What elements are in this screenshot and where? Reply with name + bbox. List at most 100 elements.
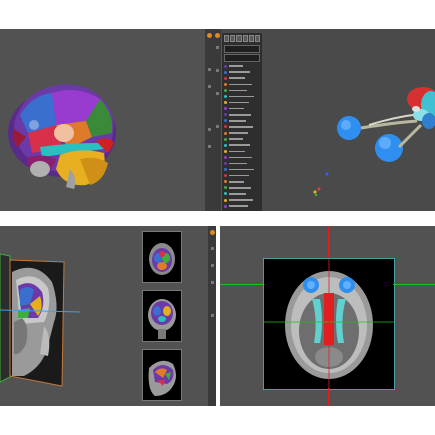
structure-color-swatch <box>224 94 227 98</box>
structure-label-placeholder <box>229 95 254 98</box>
structure-label-placeholder <box>229 114 251 116</box>
structure-color-swatch <box>224 149 227 153</box>
pan-tool-icon[interactable] <box>230 35 236 42</box>
top-left-panel <box>0 29 213 211</box>
structure-label-placeholder <box>229 168 254 171</box>
bottom-left-toolbar <box>208 226 216 406</box>
orange-status-icon[interactable] <box>209 230 215 235</box>
tool-icon[interactable] <box>207 85 211 88</box>
structure-label-placeholder <box>229 205 248 207</box>
structure-color-swatch <box>224 204 227 208</box>
tool-icon[interactable] <box>207 128 211 131</box>
tool-icon[interactable] <box>215 46 219 49</box>
top-right-toolbar <box>213 29 221 211</box>
structure-color-swatch <box>224 70 227 74</box>
deep-structures-viewport[interactable] <box>261 29 435 211</box>
structure-color-swatch <box>224 192 227 196</box>
structure-color-swatch <box>224 174 227 178</box>
structure-label-placeholder <box>229 71 250 73</box>
coronal-thumbnail[interactable] <box>142 290 182 342</box>
top-right-panel <box>213 29 435 211</box>
sagittal-thumbnail[interactable] <box>142 349 182 401</box>
structure-label-placeholder <box>229 187 251 189</box>
tool-icon[interactable] <box>210 281 214 284</box>
structure-color-swatch <box>224 168 227 172</box>
structure-label-placeholder <box>229 101 249 104</box>
structure-label-placeholder <box>229 132 248 134</box>
orange-status-icon[interactable] <box>214 33 220 38</box>
brain-3d-viewport[interactable] <box>0 29 205 211</box>
tool-icon[interactable] <box>210 314 214 317</box>
tool-icon[interactable] <box>215 69 219 72</box>
bottom-left-panel <box>0 226 216 406</box>
tool-icon[interactable] <box>215 92 219 95</box>
axial-slice-viewport[interactable] <box>263 258 395 390</box>
tool-icon[interactable] <box>207 68 211 71</box>
structure-label-placeholder <box>229 174 249 177</box>
structure-list-item[interactable] <box>222 209 262 211</box>
structure-label-placeholder <box>229 199 253 201</box>
structure-label-placeholder <box>229 150 245 153</box>
list-toolbar <box>222 33 262 44</box>
structure-color-swatch <box>224 101 227 105</box>
structure-list <box>222 63 262 211</box>
structure-color-swatch <box>224 137 227 141</box>
vertical-crosshair-ext-bottom <box>328 388 329 406</box>
structure-label-placeholder <box>229 144 250 146</box>
sagittal-thumbnail-image <box>148 360 176 396</box>
bottom-status-strip <box>0 406 435 410</box>
structure-label-placeholder <box>229 120 246 122</box>
structure-color-swatch <box>224 162 227 165</box>
tool-icon[interactable] <box>210 264 214 267</box>
coronal-thumbnail-image <box>148 299 176 339</box>
horizontal-crosshair-ext-left <box>220 284 263 285</box>
vertical-crosshair-ext-top <box>328 226 329 258</box>
structure-color-swatch <box>224 186 227 190</box>
structure-color-swatch <box>224 113 227 117</box>
tool-icon[interactable] <box>210 247 214 250</box>
orange-status-icon[interactable] <box>206 33 212 38</box>
structure-label-placeholder <box>229 126 253 128</box>
structure-color-swatch <box>224 155 227 159</box>
structure-label-placeholder <box>229 77 245 79</box>
structure-color-swatch <box>224 180 227 184</box>
structure-label-placeholder <box>229 107 244 110</box>
structure-color-swatch <box>224 143 227 147</box>
structure-color-swatch <box>224 131 227 135</box>
axial-thumbnail-image <box>149 243 175 275</box>
structure-label-placeholder <box>229 156 252 159</box>
list-field-1[interactable] <box>224 45 260 53</box>
axial-slice-render <box>264 259 394 389</box>
structure-label-placeholder <box>229 89 247 92</box>
brain-surface-render <box>8 84 116 189</box>
select-tool-icon[interactable] <box>224 35 230 42</box>
sagittal-slice-render <box>0 253 81 387</box>
tool-icon[interactable] <box>215 125 219 128</box>
structure-label-placeholder <box>229 138 243 140</box>
tool-icon[interactable] <box>207 145 211 148</box>
structure-color-swatch <box>224 198 227 202</box>
structure-color-swatch <box>224 125 227 129</box>
structure-label-placeholder <box>229 193 246 195</box>
structure-color-swatch <box>224 88 227 92</box>
structure-color-swatch <box>224 82 227 86</box>
sagittal-3d-viewport[interactable] <box>0 226 140 406</box>
structure-color-swatch <box>224 64 227 68</box>
structure-label-placeholder <box>229 83 252 86</box>
structure-color-swatch <box>224 76 227 80</box>
deep-structures-render <box>313 87 435 197</box>
list-field-2[interactable] <box>224 54 260 62</box>
structure-color-swatch <box>224 119 227 123</box>
top-left-toolbar <box>205 29 213 211</box>
structure-label-placeholder <box>229 65 243 67</box>
measure-tool-icon[interactable] <box>248 35 254 42</box>
rotate-tool-icon[interactable] <box>242 35 248 42</box>
structure-label-placeholder <box>229 162 247 165</box>
structure-color-swatch <box>224 107 227 111</box>
bottom-right-panel <box>220 226 435 406</box>
horizontal-crosshair-ext-right <box>393 284 435 285</box>
zoom-tool-icon[interactable] <box>236 35 242 42</box>
axial-thumbnail[interactable] <box>142 231 182 283</box>
settings-icon[interactable] <box>254 35 261 42</box>
structure-label-placeholder <box>229 181 244 183</box>
